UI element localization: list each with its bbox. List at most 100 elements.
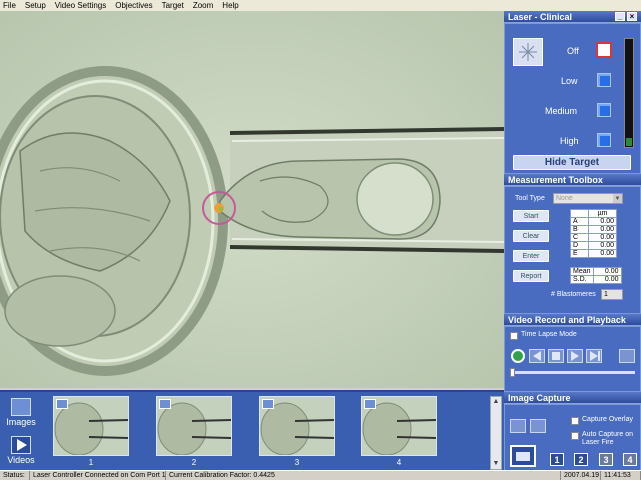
close-icon[interactable]: × — [627, 12, 637, 21]
capture-page-4[interactable]: 4 — [623, 453, 637, 466]
record-button[interactable] — [511, 349, 525, 363]
search-icon[interactable] — [530, 419, 546, 433]
start-button[interactable]: Start — [513, 210, 549, 222]
table-row: D 0.00 — [570, 241, 617, 250]
laser-low-button[interactable] — [597, 73, 611, 87]
hide-target-button[interactable]: Hide Target — [513, 155, 631, 170]
status-time: 11:41:53 — [601, 471, 641, 480]
menu-objectives[interactable]: Objectives — [115, 0, 152, 11]
video-panel: Time Lapse Mode — [504, 326, 641, 392]
laser-high-button[interactable] — [597, 133, 611, 147]
camera-icon — [11, 398, 31, 416]
auto-capture-checkbox[interactable] — [571, 432, 579, 440]
row-value: 0.00 — [588, 233, 617, 242]
laser-low-label: Low — [561, 76, 578, 86]
play-icon[interactable] — [567, 349, 583, 363]
microscope-view[interactable] — [0, 11, 504, 388]
stop-icon[interactable] — [548, 349, 564, 363]
menu-help[interactable]: Help — [222, 0, 238, 11]
measurement-panel: Tool Type None ▼ Start Clear Enter Repor… — [504, 186, 641, 314]
time-lapse-label: Time Lapse Mode — [521, 331, 577, 338]
menu-zoom[interactable]: Zoom — [193, 0, 213, 11]
capture-panel-title-text: Image Capture — [508, 393, 571, 403]
row-value: 0.00 — [588, 225, 617, 234]
thumbnail-label: 2 — [191, 458, 197, 467]
scroll-down-icon[interactable]: ▼ — [492, 460, 500, 468]
table-row: µm — [570, 209, 617, 218]
capture-page-1[interactable]: 1 — [550, 453, 564, 466]
thumbnail-4[interactable] — [361, 396, 437, 456]
menu-bar: File Setup Video Settings Objectives Tar… — [0, 0, 641, 11]
laser-power-meter — [624, 38, 634, 148]
row-label: Mean — [570, 267, 594, 276]
menu-file[interactable]: File — [3, 0, 16, 11]
laser-panel-title-text: Laser - Clinical — [508, 12, 573, 22]
auto-capture-label: Auto Capture on Laser Fire — [582, 431, 633, 446]
folder-open-icon[interactable] — [510, 419, 526, 433]
thumbnail-scrollbar[interactable]: ▲ ▼ — [490, 396, 502, 470]
tool-type-value: None — [556, 195, 573, 202]
status-bar: Status: Laser Controller Connected on Co… — [0, 470, 641, 480]
clear-button[interactable]: Clear — [513, 230, 549, 242]
thumbnail-label: 3 — [294, 458, 300, 467]
videos-label: Videos — [7, 455, 35, 465]
tool-type-label: Tool Type — [515, 195, 545, 202]
folder-open-icon[interactable] — [619, 349, 635, 363]
capture-page-2[interactable]: 2 — [574, 453, 588, 466]
capture-panel-title: Image Capture — [504, 392, 641, 404]
slider-thumb[interactable] — [510, 368, 515, 377]
blastomeres-stepper[interactable]: 1 — [601, 289, 623, 300]
playback-slider[interactable] — [510, 368, 635, 377]
time-lapse-checkbox[interactable] — [510, 332, 518, 340]
blastomeres-value: 1 — [604, 291, 608, 298]
unit-header: µm — [588, 209, 617, 218]
capture-panel: Capture Overlay Auto Capture on Laser Fi… — [504, 404, 641, 474]
images-button[interactable]: Images — [3, 396, 39, 432]
scroll-up-icon[interactable]: ▲ — [492, 398, 500, 406]
laser-off-label: Off — [567, 46, 579, 56]
table-row: A 0.00 — [570, 217, 617, 226]
menu-target[interactable]: Target — [162, 0, 184, 11]
embryo-image — [0, 11, 504, 388]
row-value: 0.00 — [588, 249, 617, 258]
rewind-icon[interactable] — [529, 349, 545, 363]
laser-off-button[interactable] — [596, 42, 612, 58]
thumbnail-2[interactable] — [156, 396, 232, 456]
laser-high-label: High — [560, 136, 579, 146]
play-icon — [11, 436, 31, 454]
laser-crosshair-icon[interactable] — [513, 38, 543, 66]
laser-medium-label: Medium — [545, 106, 578, 116]
filmstrip-panel: Images Videos 1 2 3 4 ▲ ▼ — [0, 390, 504, 470]
capture-overlay-checkbox[interactable] — [571, 417, 579, 425]
camera-icon — [159, 399, 171, 409]
minimize-icon[interactable]: _ — [615, 12, 625, 21]
menu-setup[interactable]: Setup — [25, 0, 46, 11]
camera-icon — [516, 452, 530, 461]
video-panel-title-text: Video Record and Playback — [508, 315, 626, 325]
laser-panel-title: Laser - Clinical _ × — [504, 11, 641, 23]
tool-type-select[interactable]: None ▼ — [553, 193, 623, 204]
capture-page-3[interactable]: 3 — [599, 453, 613, 466]
videos-button[interactable]: Videos — [3, 434, 39, 470]
chevron-down-icon: ▼ — [613, 194, 622, 203]
calibration-factor: Current Calibration Factor: 0.4425 — [166, 471, 561, 480]
table-row: B 0.00 — [570, 225, 617, 234]
enter-button[interactable]: Enter — [513, 250, 549, 262]
camera-icon — [262, 399, 274, 409]
menu-video-settings[interactable]: Video Settings — [55, 0, 106, 11]
laser-medium-button[interactable] — [597, 103, 611, 117]
row-label: C — [570, 233, 589, 242]
capture-overlay-label: Capture Overlay — [582, 416, 633, 423]
forward-icon[interactable] — [586, 349, 602, 363]
capture-camera-button[interactable] — [510, 445, 536, 467]
measurement-panel-title-text: Measurement Toolbox — [508, 175, 603, 185]
control-panel: Laser - Clinical _ × Off Low Medium High… — [504, 11, 641, 474]
stats-table: Mean 0.00 S.D. 0.00 — [570, 267, 622, 284]
row-value: 0.00 — [588, 241, 617, 250]
thumbnail-3[interactable] — [259, 396, 335, 456]
row-label: A — [570, 217, 589, 226]
report-button[interactable]: Report — [513, 270, 549, 282]
camera-icon — [364, 399, 376, 409]
thumbnail-1[interactable] — [53, 396, 129, 456]
row-label: E — [570, 249, 589, 258]
